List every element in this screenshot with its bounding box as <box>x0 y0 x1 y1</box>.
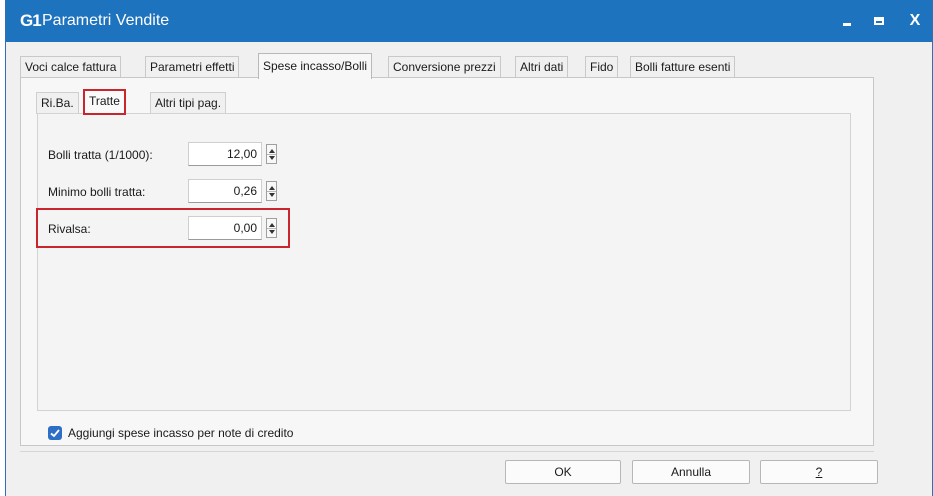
subtab-tratte[interactable]: Tratte <box>83 89 126 115</box>
note-credito-checkbox[interactable] <box>48 426 62 440</box>
arrow-up-icon <box>269 186 275 190</box>
tratte-panel <box>37 113 851 411</box>
minimo-bolli-label: Minimo bolli tratta: <box>48 185 146 199</box>
title-bar[interactable]: G1 Parametri Vendite X <box>6 0 932 42</box>
ok-button[interactable]: OK <box>505 460 621 484</box>
minimize-button[interactable] <box>832 6 862 36</box>
tab-parametri-effetti[interactable]: Parametri effetti <box>145 56 240 78</box>
note-credito-checkbox-label: Aggiungi spese incasso per note di credi… <box>68 426 294 440</box>
app-logo-icon: G1 <box>20 11 42 30</box>
checkmark-icon <box>50 429 60 438</box>
maximize-button[interactable] <box>864 6 894 36</box>
bolli-tratta-input[interactable]: 12,00 <box>188 142 262 166</box>
subtab-riba[interactable]: Ri.Ba. <box>36 92 79 114</box>
window-title: Parametri Vendite <box>42 12 170 29</box>
divider <box>20 451 874 452</box>
help-button[interactable]: ? <box>760 460 878 484</box>
cancel-button[interactable]: Annulla <box>632 460 750 484</box>
tab-fido[interactable]: Fido <box>585 56 619 78</box>
bolli-tratta-stepper[interactable] <box>266 144 277 164</box>
minimo-bolli-input[interactable]: 0,26 <box>188 179 262 203</box>
arrow-up-icon <box>269 149 275 153</box>
maximize-icon <box>874 17 884 26</box>
minimize-icon <box>843 22 851 26</box>
close-button[interactable]: X <box>900 6 930 36</box>
arrow-down-icon <box>269 193 275 197</box>
subtab-altri-tipi-pag[interactable]: Altri tipi pag. <box>150 92 227 114</box>
rivalsa-highlight-box <box>36 208 290 248</box>
minimo-bolli-stepper[interactable] <box>266 181 277 201</box>
bolli-tratta-label: Bolli tratta (1/1000): <box>48 148 153 162</box>
tab-spese-incasso-bolli[interactable]: Spese incasso/Bolli <box>258 53 373 79</box>
tab-voci-calce-fattura[interactable]: Voci calce fattura <box>20 56 122 78</box>
tab-conversione-prezzi[interactable]: Conversione prezzi <box>388 56 501 78</box>
tab-altri-dati[interactable]: Altri dati <box>515 56 569 78</box>
arrow-down-icon <box>269 156 275 160</box>
tab-bolli-fatture-esenti[interactable]: Bolli fatture esenti <box>630 56 736 78</box>
